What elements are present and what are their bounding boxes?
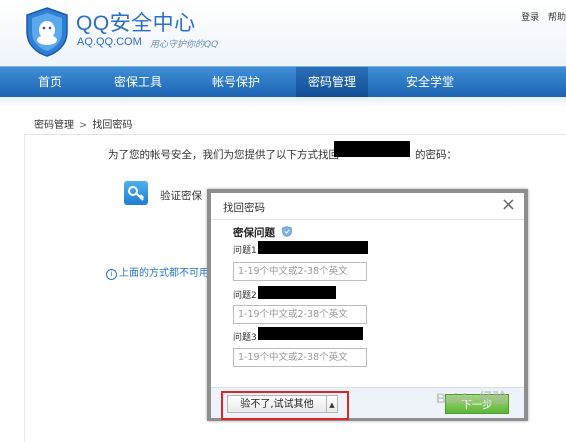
redaction-bar — [258, 327, 363, 340]
close-icon[interactable]: × — [501, 196, 516, 214]
intro-prefix: 为了您的帐号安全，我们为您提供了以下方式找回 — [108, 149, 339, 161]
section-heading: 密保问题 — [233, 227, 275, 239]
answer-1-input[interactable] — [233, 262, 367, 281]
breadcrumb-parent[interactable]: 密码管理 — [34, 120, 74, 131]
key-icon[interactable] — [124, 181, 148, 205]
breadcrumb-separator-icon: > — [79, 120, 88, 131]
top-links: 登录 帮助 — [515, 10, 566, 23]
breadcrumb-divider — [24, 134, 566, 135]
recover-password-dialog: 找回密码 × 密保问题 问题1 问题2 问题3 验不了,试试其他 ▲ 下一步 — [207, 189, 528, 421]
breadcrumb: 密码管理 > 找回密码 — [34, 116, 132, 131]
qq-shield-logo-icon — [26, 7, 68, 57]
header: QQ安全中心 AQ.QQ.COM 用心守护你的QQ 登录 帮助 — [0, 0, 566, 66]
baidu-watermark: Baidu 经验 — [436, 390, 507, 406]
redaction-bar — [258, 241, 368, 254]
login-link[interactable]: 登录 — [521, 13, 539, 23]
main-nav: 首页 密保工具 帐号保护 密码管理 安全学堂 — [0, 66, 566, 97]
redaction-bar — [258, 286, 336, 299]
intro-suffix: 的密码： — [415, 149, 457, 161]
shield-icon — [282, 226, 292, 237]
answer-2-input[interactable] — [233, 305, 367, 324]
nav-shadow — [0, 97, 566, 107]
breadcrumb-current: 找回密码 — [92, 120, 133, 131]
nav-item-account-protection[interactable]: 帐号保护 — [196, 67, 276, 97]
question-3-label: 问题3 — [233, 333, 257, 343]
site-slogan: 用心守护你的QQ — [150, 40, 219, 50]
content-left-border — [24, 134, 25, 442]
redaction-bar — [334, 141, 410, 157]
hint-text: 上面的方式都不可用 — [119, 268, 209, 279]
highlight-annotation — [221, 391, 349, 420]
nav-item-security-academy[interactable]: 安全学堂 — [390, 67, 470, 97]
site-domain: AQ.QQ.COM — [77, 36, 142, 48]
dialog-title: 找回密码 — [223, 202, 265, 214]
nav-item-password-management[interactable]: 密码管理 — [296, 67, 368, 97]
question-1-label: 问题1 — [233, 246, 257, 256]
info-icon: i — [106, 269, 117, 280]
method-verify-security[interactable]: 验证密保 — [160, 188, 202, 203]
nav-item-home[interactable]: 首页 — [22, 67, 78, 97]
nav-item-security-tools[interactable]: 密保工具 — [98, 67, 178, 97]
site-title: QQ安全中心 — [76, 12, 196, 35]
question-2-label: 问题2 — [233, 291, 257, 301]
answer-3-input[interactable] — [233, 348, 367, 367]
dialog-titlebar: 找回密码 × — [211, 193, 524, 220]
help-link[interactable]: 帮助 — [548, 13, 566, 23]
unavailable-hint[interactable]: i 上面的方式都不可用 — [106, 264, 209, 280]
